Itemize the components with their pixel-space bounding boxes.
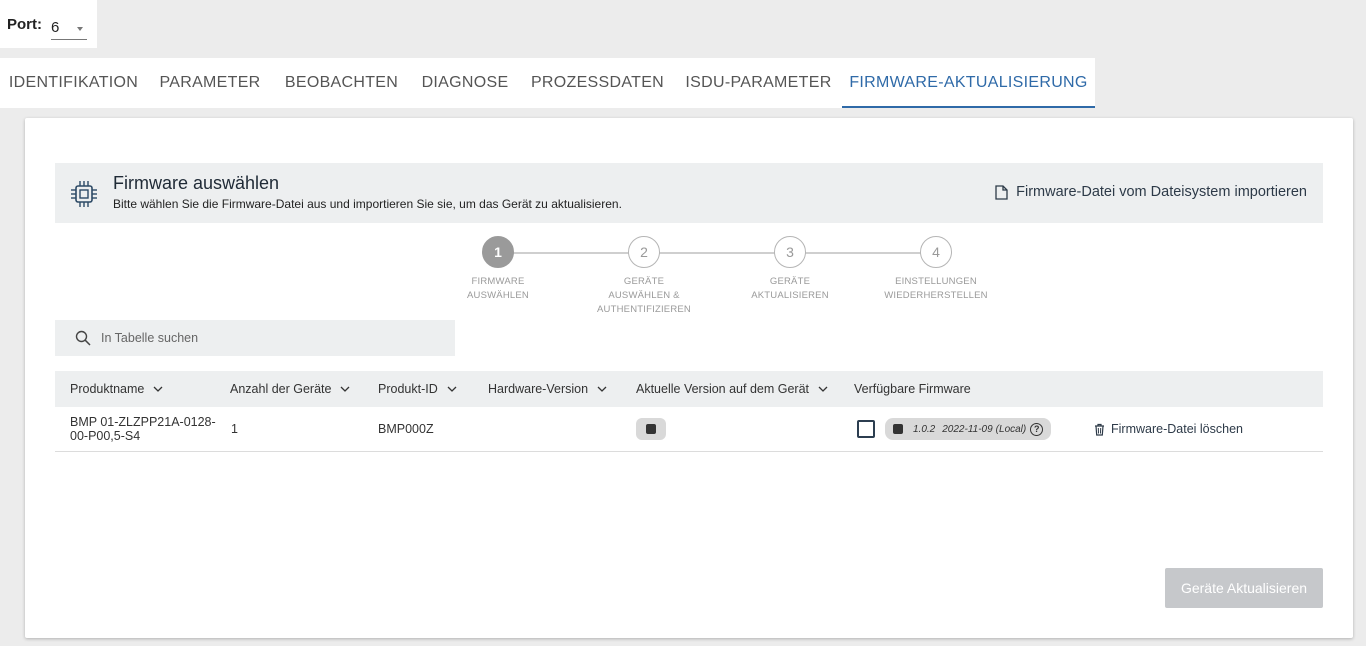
chevron-down-icon	[340, 386, 350, 392]
chevron-down-icon	[597, 386, 607, 392]
tab-parameter[interactable]: PARAMETER	[147, 58, 273, 108]
firmware-date: 2022-11-09	[942, 423, 993, 435]
port-value: 6	[51, 19, 60, 36]
step-2-circle: 2	[628, 236, 660, 268]
firmware-chip: 1.0.2 2022-11-09 (Local) ?	[885, 418, 1052, 440]
tab-diagnose[interactable]: DIAGNOSE	[410, 58, 520, 108]
help-icon[interactable]: ?	[1030, 422, 1044, 436]
step-3: 3 GERÄTE AKTUALISIEREN	[725, 236, 855, 303]
search-icon	[75, 330, 91, 346]
file-icon	[995, 184, 1008, 200]
cell-product-id: BMP000Z	[378, 422, 434, 436]
cell-device-count: 1	[231, 422, 238, 436]
tab-beobachten[interactable]: BEOBACHTEN	[273, 58, 410, 108]
page-subtitle: Bitte wählen Sie die Firmware-Datei aus …	[113, 197, 622, 211]
chevron-down-icon	[818, 386, 828, 392]
step-1-label: FIRMWARE AUSWÄHLEN	[467, 276, 529, 301]
firmware-source: (Local)	[995, 423, 1027, 435]
search-input[interactable]	[101, 331, 431, 345]
step-4-label: EINSTELLUNGEN WIEDERHERSTELLEN	[884, 276, 988, 301]
tab-bar: IDENTIFIKATION PARAMETER BEOBACHTEN DIAG…	[0, 58, 1095, 108]
firmware-version: 1.0.2	[913, 423, 936, 435]
firmware-card: Firmware auswählen Bitte wählen Sie die …	[25, 118, 1353, 638]
cell-available-firmware: 1.0.2 2022-11-09 (Local) ?	[857, 407, 1052, 451]
import-firmware-link[interactable]: Firmware-Datei vom Dateisystem importier…	[995, 184, 1307, 200]
current-version-chip	[636, 418, 666, 440]
update-devices-button[interactable]: Geräte Aktualisieren	[1165, 568, 1323, 608]
port-selector: Port: 6	[0, 0, 97, 48]
column-verfuegbare-firmware: Verfügbare Firmware	[854, 382, 971, 396]
cell-current-version	[636, 407, 666, 451]
tab-identifikation[interactable]: IDENTIFIKATION	[0, 58, 147, 108]
tab-isdu-parameter[interactable]: ISDU-PARAMETER	[675, 58, 842, 108]
step-2-label: GERÄTE AUSWÄHLEN & AUTHENTIFIZIEREN	[597, 276, 691, 315]
column-hardware-version[interactable]: Hardware-Version	[488, 371, 607, 407]
column-anzahl[interactable]: Anzahl der Geräte	[230, 371, 350, 407]
column-produkt-id[interactable]: Produkt-ID	[378, 371, 457, 407]
delete-firmware-label: Firmware-Datei löschen	[1111, 422, 1243, 436]
firmware-table: Produktname Anzahl der Geräte Produkt-ID…	[55, 371, 1323, 452]
table-header: Produktname Anzahl der Geräte Produkt-ID…	[55, 371, 1323, 407]
column-aktuelle-version[interactable]: Aktuelle Version auf dem Gerät	[636, 371, 828, 407]
step-4: 4 EINSTELLUNGEN WIEDERHERSTELLEN	[871, 236, 1001, 303]
port-dropdown[interactable]: 6	[51, 16, 87, 40]
stepper: 1 FIRMWARE AUSWÄHLEN 2 GERÄTE AUSWÄHLEN …	[455, 236, 995, 316]
import-firmware-label: Firmware-Datei vom Dateisystem importier…	[1016, 184, 1307, 200]
chevron-down-icon	[153, 386, 163, 392]
table-row: BMP 01-ZLZPP21A-0128-00-P00,5-S4 1 BMP00…	[55, 407, 1323, 452]
stop-square-icon	[893, 424, 903, 434]
delete-firmware-link[interactable]: Firmware-Datei löschen	[1094, 407, 1243, 451]
stop-square-icon	[646, 424, 656, 434]
page-title: Firmware auswählen	[113, 173, 280, 193]
step-4-circle: 4	[920, 236, 952, 268]
step-1: 1 FIRMWARE AUSWÄHLEN	[433, 236, 563, 303]
chevron-down-icon	[447, 386, 457, 392]
chip-icon	[71, 181, 97, 207]
port-label: Port:	[7, 15, 42, 33]
column-produktname[interactable]: Produktname	[70, 371, 163, 407]
step-2: 2 GERÄTE AUSWÄHLEN & AUTHENTIFIZIEREN	[579, 236, 709, 317]
step-1-circle: 1	[482, 236, 514, 268]
trash-icon	[1095, 423, 1104, 436]
step-3-label: GERÄTE AKTUALISIEREN	[751, 276, 829, 301]
tab-prozessdaten[interactable]: PROZESSDATEN	[520, 58, 675, 108]
firmware-header: Firmware auswählen Bitte wählen Sie die …	[55, 163, 1323, 223]
firmware-select-checkbox[interactable]	[857, 420, 875, 438]
cell-product-name: BMP 01-ZLZPP21A-0128-00-P00,5-S4	[70, 415, 216, 443]
step-3-circle: 3	[774, 236, 806, 268]
tab-firmware-aktualisierung[interactable]: FIRMWARE-AKTUALISIERUNG	[842, 58, 1095, 108]
table-search	[55, 320, 455, 356]
caret-down-icon	[77, 26, 83, 31]
